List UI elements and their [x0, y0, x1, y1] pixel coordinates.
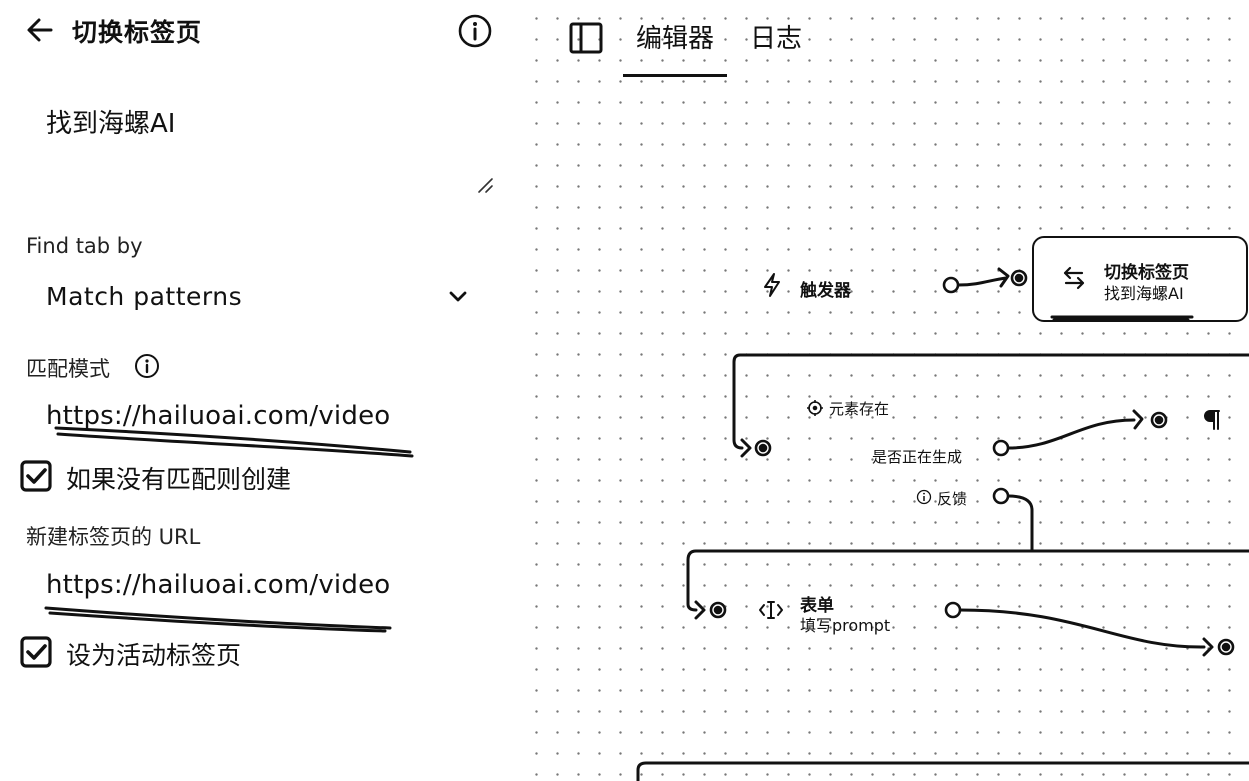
element-exists-node-title[interactable]: 元素存在: [829, 398, 889, 419]
panel-title: 切换标签页: [72, 18, 203, 47]
info-circle-icon: [916, 489, 932, 505]
create-if-none-checkbox[interactable]: [20, 460, 52, 492]
info-circle-icon: [458, 14, 492, 48]
find-tab-label: Find tab by: [26, 234, 143, 258]
chevron-down-icon[interactable]: [446, 284, 470, 308]
switch-tab-node-subtitle: 找到海螺AI: [1104, 284, 1184, 303]
create-if-none-label: 如果没有匹配则创建: [66, 465, 292, 494]
new-tab-url-input[interactable]: https://hailuoai.com/video: [46, 570, 390, 600]
arrows-swap-icon: [1060, 264, 1088, 292]
workflow-canvas[interactable]: 编辑器 日志 触发器 切换标签页 找到海螺AI 元素存在 是否正在生成 反馈 表…: [520, 0, 1249, 781]
resize-grip-icon[interactable]: [476, 176, 494, 194]
match-pattern-label: 匹配模式: [26, 357, 110, 381]
checkbox-checked-icon: [20, 636, 52, 668]
match-pattern-info-icon[interactable]: [134, 353, 160, 379]
element-exists-true-label: 是否正在生成: [872, 448, 963, 466]
lightning-icon: [760, 272, 784, 298]
trigger-node-title[interactable]: 触发器: [800, 276, 851, 301]
checkbox-checked-icon: [20, 460, 52, 492]
match-pattern-input[interactable]: https://hailuoai.com/video: [46, 401, 390, 431]
form-node-subtitle: 填写prompt: [800, 616, 891, 635]
arrow-left-icon: [27, 18, 53, 42]
set-active-label: 设为活动标签页: [66, 641, 242, 670]
annotation-underline: [44, 606, 392, 633]
new-tab-url-label: 新建标签页的 URL: [26, 525, 201, 549]
block-settings-panel: 切换标签页 找到海螺AI Find tab by Match patterns …: [0, 0, 520, 781]
element-exists-false-label: 反馈: [937, 490, 968, 508]
set-active-checkbox[interactable]: [20, 636, 52, 668]
info-button[interactable]: [458, 14, 492, 48]
text-cursor-icon: [758, 598, 784, 622]
find-tab-value: Match patterns: [46, 282, 243, 311]
description-value: 找到海螺AI: [46, 109, 176, 139]
annotation-underline: [1050, 315, 1194, 322]
pilcrow-icon: [1202, 408, 1222, 432]
back-button[interactable]: [24, 14, 56, 46]
crosshair-icon: [806, 399, 824, 417]
workflow-connections: [636, 267, 1249, 781]
